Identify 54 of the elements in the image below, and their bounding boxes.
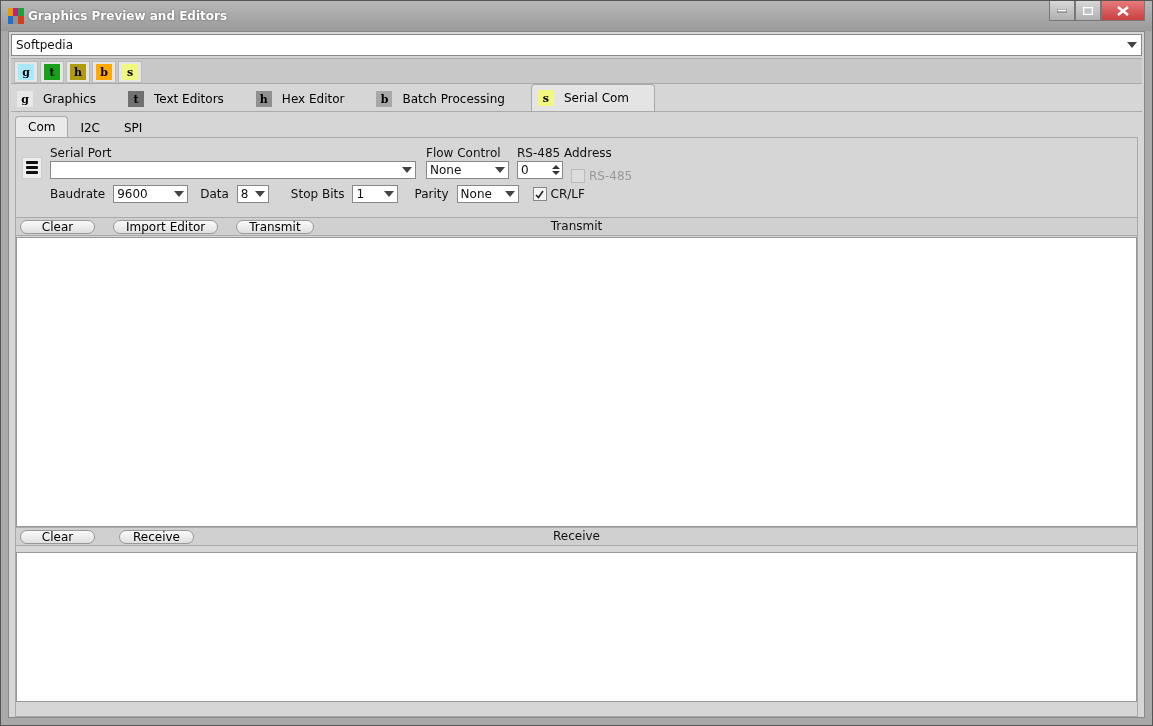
caret-icon	[504, 191, 515, 197]
field-label: RS-485 Address	[517, 146, 613, 160]
field-label: Flow Control	[426, 146, 502, 160]
app-logo-icon	[8, 8, 24, 24]
flow-control-dropdown[interactable]: None	[426, 161, 509, 179]
strip-button[interactable]: Import Editor	[113, 219, 219, 234]
strip-button[interactable]: Transmit	[236, 219, 314, 234]
caret-icon	[495, 167, 505, 173]
toolbar-button[interactable]: t	[40, 61, 64, 83]
caret-icon	[174, 191, 185, 197]
caret-icon	[384, 191, 395, 197]
tab[interactable]: t Text Editors	[122, 87, 232, 111]
window-title: Graphics Preview and Editors	[28, 9, 229, 23]
field-label: Stop Bits	[290, 187, 345, 201]
minimize-icon	[1057, 8, 1067, 13]
field-label: Parity	[414, 187, 449, 201]
toolbar-button[interactable]: s	[118, 61, 142, 83]
spinner-arrows-icon	[550, 162, 562, 178]
tab[interactable]: b Batch Processing	[370, 87, 513, 111]
tab[interactable]: g Graphics	[11, 87, 104, 111]
maximize-icon	[1083, 6, 1093, 15]
checkmark-icon	[535, 189, 545, 199]
field-label: Baudrate	[50, 187, 106, 201]
profile-dropdown[interactable]: Softpedia	[11, 34, 1142, 56]
baudrate-dropdown[interactable]: 9600	[113, 185, 189, 203]
stop-bits-dropdown[interactable]: 1	[352, 185, 399, 203]
serial-port-dropdown[interactable]	[50, 161, 416, 179]
toolbar-button[interactable]: g	[14, 61, 38, 83]
close-icon	[1117, 5, 1129, 16]
tab[interactable]: SPI	[112, 118, 155, 137]
tab[interactable]: h Hex Editor	[249, 87, 353, 111]
close-button[interactable]	[1101, 1, 1145, 21]
menu-icon[interactable]	[22, 156, 42, 179]
address-spinbox[interactable]: 0	[517, 161, 563, 179]
minimize-button[interactable]	[1049, 1, 1075, 21]
checkbox[interactable]: CR/LF	[532, 187, 585, 201]
section-title: Transmit	[550, 219, 603, 233]
maximize-button[interactable]	[1075, 1, 1101, 21]
caret-icon	[254, 191, 265, 197]
strip-button[interactable]: Receive	[119, 529, 194, 544]
parity-dropdown[interactable]: None	[456, 185, 519, 203]
field-label: Data	[200, 187, 229, 201]
toolbar-button[interactable]: h	[66, 61, 90, 83]
tab[interactable]: I2C	[68, 118, 112, 137]
caret-icon	[402, 167, 412, 173]
tab[interactable]: s Serial Com	[530, 84, 655, 111]
toolbar-button[interactable]: b	[92, 61, 116, 83]
strip-button[interactable]: Clear	[20, 529, 95, 544]
data-dropdown[interactable]: 8	[236, 185, 269, 203]
tab[interactable]: Com	[15, 116, 69, 137]
caret-icon	[1127, 42, 1137, 48]
section-title: Receive	[553, 529, 600, 543]
field-label: Serial Port	[50, 146, 113, 160]
strip-button[interactable]: Clear	[20, 219, 95, 234]
